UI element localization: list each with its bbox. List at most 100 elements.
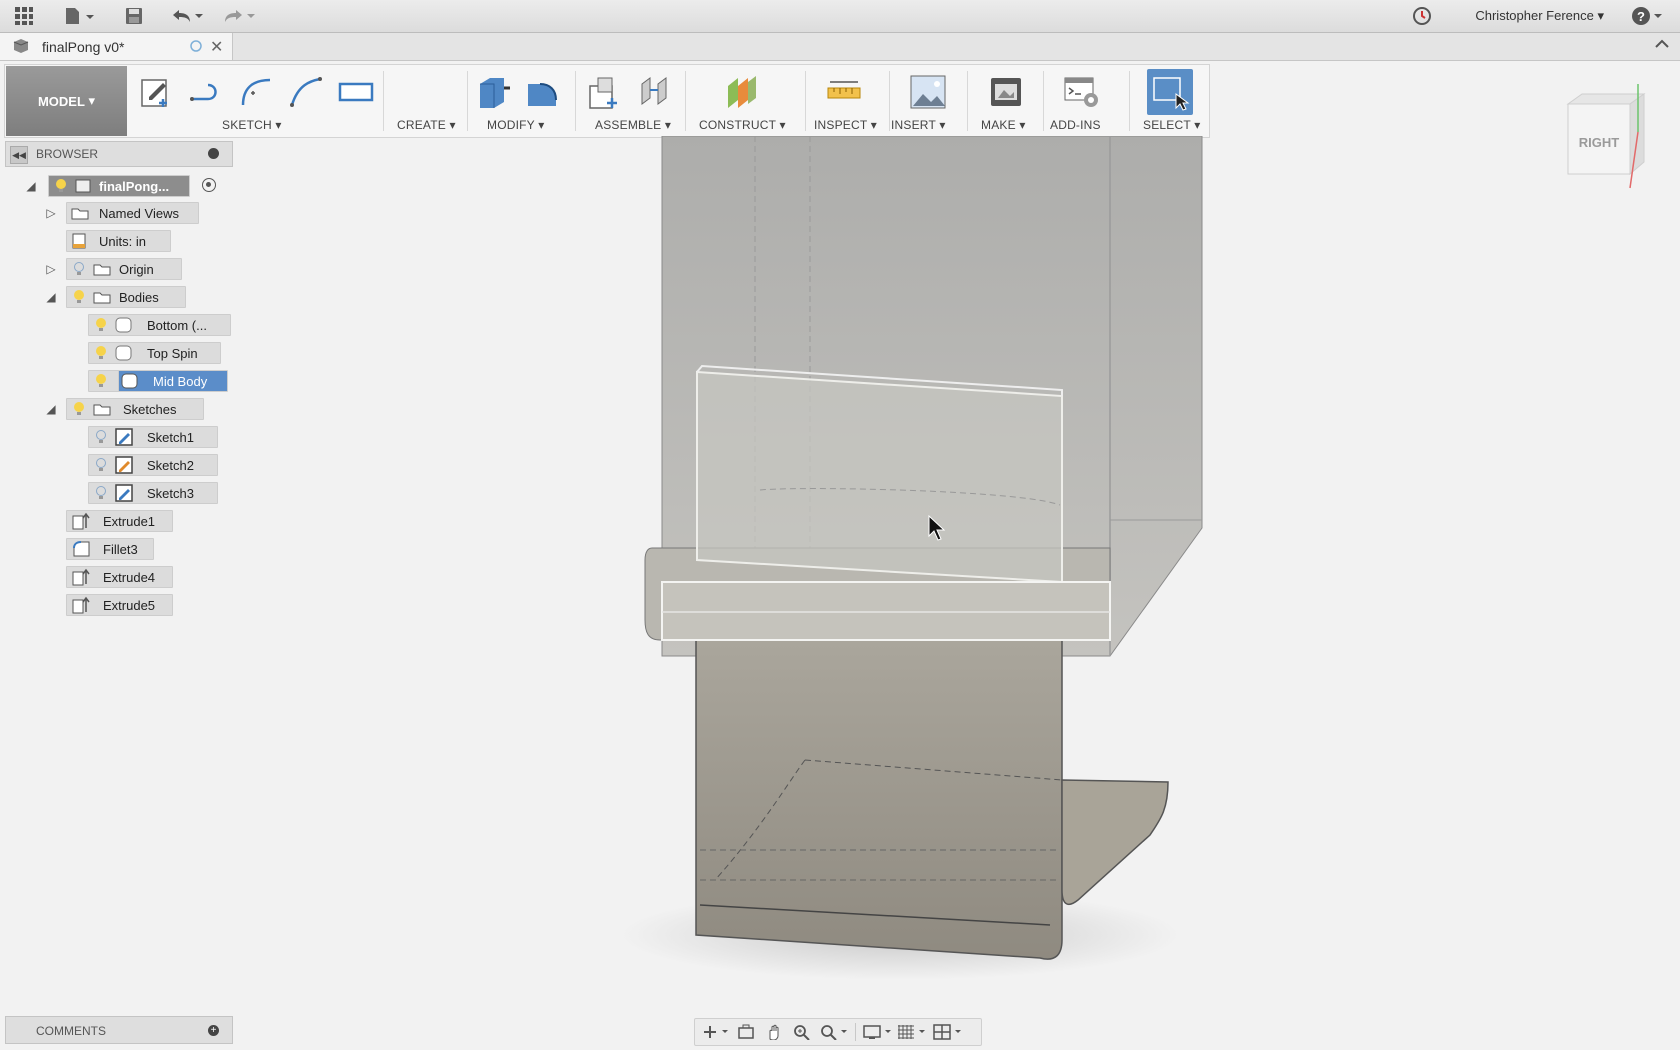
undo-icon[interactable] (168, 5, 206, 27)
inspect-menu[interactable]: INSPECT ▾ (814, 118, 877, 132)
insert-image-icon[interactable] (909, 73, 947, 111)
close-tab-icon[interactable]: ✕ (210, 37, 223, 57)
visibility-bulb-off-icon[interactable] (95, 486, 107, 500)
toolbar-divider (575, 71, 576, 131)
collapsed-arrow-icon[interactable]: ▷ (44, 262, 58, 276)
workspace-switcher[interactable]: MODEL ▾ (6, 66, 127, 136)
insert-menu[interactable]: INSERT ▾ (891, 118, 946, 132)
joint-icon[interactable] (635, 73, 673, 111)
bottom-body-shape[interactable] (695, 639, 1063, 960)
timeline-feature-extrude[interactable]: Extrude4 (66, 566, 173, 588)
viewcube-face-label[interactable]: RIGHT (1579, 135, 1620, 150)
grid-settings-icon[interactable] (897, 1024, 927, 1040)
sketch-menu[interactable]: SKETCH ▾ (222, 118, 282, 132)
browser-title: BROWSER (36, 147, 99, 161)
sketch-icon (115, 428, 133, 446)
folder-icon (93, 404, 111, 416)
toolbar-divider (889, 71, 890, 131)
tree-item-named-views[interactable]: Named Views (66, 202, 199, 224)
timeline-feature-fillet[interactable]: Fillet3 (66, 538, 154, 560)
fit-zoom-icon[interactable] (819, 1024, 849, 1040)
fillet-icon[interactable] (523, 73, 561, 111)
tree-item-origin[interactable]: Origin (66, 258, 182, 280)
tree-item-body[interactable]: Top Spin (88, 342, 221, 364)
top-bar: Christopher Ference ▾ ? (0, 0, 1680, 33)
assemble-menu[interactable]: ASSEMBLE ▾ (595, 118, 671, 132)
viewcube[interactable]: RIGHT (1560, 82, 1670, 192)
expanded-arrow-icon[interactable]: ◢ (44, 402, 58, 416)
addins-menu[interactable]: ADD-INS (1050, 118, 1101, 132)
toolbar-divider (467, 71, 468, 131)
job-status-icon[interactable] (1411, 5, 1433, 27)
user-account-menu[interactable]: Christopher Ference ▾ (1475, 8, 1604, 24)
folder-icon (71, 208, 89, 220)
activate-component-icon[interactable] (202, 178, 216, 192)
visibility-bulb-off-icon[interactable] (73, 262, 85, 276)
construct-menu[interactable]: CONSTRUCT ▾ (699, 118, 786, 132)
tree-root-document[interactable]: finalPong... (48, 175, 190, 197)
pan-hand-icon[interactable] (765, 1024, 783, 1040)
fillet-feature-icon (73, 541, 90, 557)
spline-tool-icon[interactable] (287, 73, 325, 111)
add-comment-icon[interactable]: + (208, 1025, 219, 1036)
tree-item-body[interactable]: Bottom (... (88, 314, 231, 336)
browser-options-icon[interactable] (208, 148, 219, 159)
visibility-bulb-off-icon[interactable] (95, 430, 107, 444)
zoom-icon[interactable] (793, 1024, 811, 1040)
scripts-addins-icon[interactable] (1063, 73, 1101, 111)
tree-item-bodies[interactable]: Bodies (66, 286, 186, 308)
display-settings-icon[interactable] (863, 1024, 893, 1040)
visibility-bulb-icon[interactable] (95, 374, 107, 388)
mid-body-selected-shape[interactable] (696, 370, 1063, 584)
document-tab[interactable]: finalPong v0* ✕ (0, 33, 233, 60)
visibility-bulb-icon[interactable] (55, 179, 67, 193)
apps-grid-icon[interactable] (12, 5, 36, 27)
tree-item-units[interactable]: Units: in (66, 230, 171, 252)
3d-viewport-canvas[interactable] (232, 136, 1680, 1010)
rectangle-tool-icon[interactable] (337, 73, 375, 111)
tree-item-sketch[interactable]: Sketch1 (88, 426, 218, 448)
timeline-feature-extrude[interactable]: Extrude1 (66, 510, 173, 532)
visibility-bulb-icon[interactable] (73, 290, 85, 304)
tree-item-body-selected[interactable]: Mid Body (118, 370, 228, 392)
select-menu[interactable]: SELECT ▾ (1143, 118, 1200, 132)
save-icon[interactable] (122, 5, 146, 27)
viewports-icon[interactable] (933, 1024, 963, 1040)
create-sketch-icon[interactable] (137, 73, 175, 111)
tree-item-body-visibility[interactable] (88, 370, 120, 392)
file-menu-icon[interactable] (62, 5, 98, 27)
sketch-icon (115, 484, 133, 502)
collapsed-arrow-icon[interactable]: ▷ (44, 206, 58, 220)
modify-menu[interactable]: MODIFY ▾ (487, 118, 544, 132)
new-component-icon[interactable] (585, 73, 623, 111)
make-menu[interactable]: MAKE ▾ (981, 118, 1026, 132)
folder-icon (93, 292, 111, 304)
create-menu[interactable]: CREATE ▾ (397, 118, 456, 132)
collapse-browser-icon[interactable]: ◀◀ (10, 146, 28, 164)
tree-item-sketch[interactable]: Sketch3 (88, 482, 218, 504)
select-tool-icon[interactable] (1147, 69, 1193, 115)
timeline-feature-extrude[interactable]: Extrude5 (66, 594, 173, 616)
3d-print-icon[interactable] (987, 73, 1025, 111)
help-icon[interactable]: ? (1630, 5, 1664, 27)
tree-item-sketches[interactable]: Sketches (66, 398, 204, 420)
expanded-arrow-icon[interactable]: ◢ (44, 290, 58, 304)
visibility-bulb-icon[interactable] (95, 346, 107, 360)
orbit-icon[interactable] (701, 1024, 731, 1040)
redo-icon[interactable] (220, 5, 258, 27)
measure-icon[interactable] (825, 73, 863, 111)
offset-plane-icon[interactable] (723, 73, 761, 111)
tree-item-sketch[interactable]: Sketch2 (88, 454, 218, 476)
visibility-bulb-icon[interactable] (95, 318, 107, 332)
press-pull-icon[interactable] (475, 73, 513, 111)
line-tool-icon[interactable] (187, 73, 225, 111)
extrude-icon (72, 568, 90, 586)
visibility-bulb-icon[interactable] (73, 402, 85, 416)
look-at-icon[interactable] (737, 1024, 755, 1040)
folder-icon (93, 264, 111, 276)
arc-tool-icon[interactable] (237, 73, 275, 111)
collapse-toolbar-icon[interactable] (1654, 37, 1670, 54)
expanded-arrow-icon[interactable]: ◢ (24, 179, 38, 193)
visibility-bulb-off-icon[interactable] (95, 458, 107, 472)
comments-panel[interactable]: COMMENTS + (5, 1016, 233, 1044)
